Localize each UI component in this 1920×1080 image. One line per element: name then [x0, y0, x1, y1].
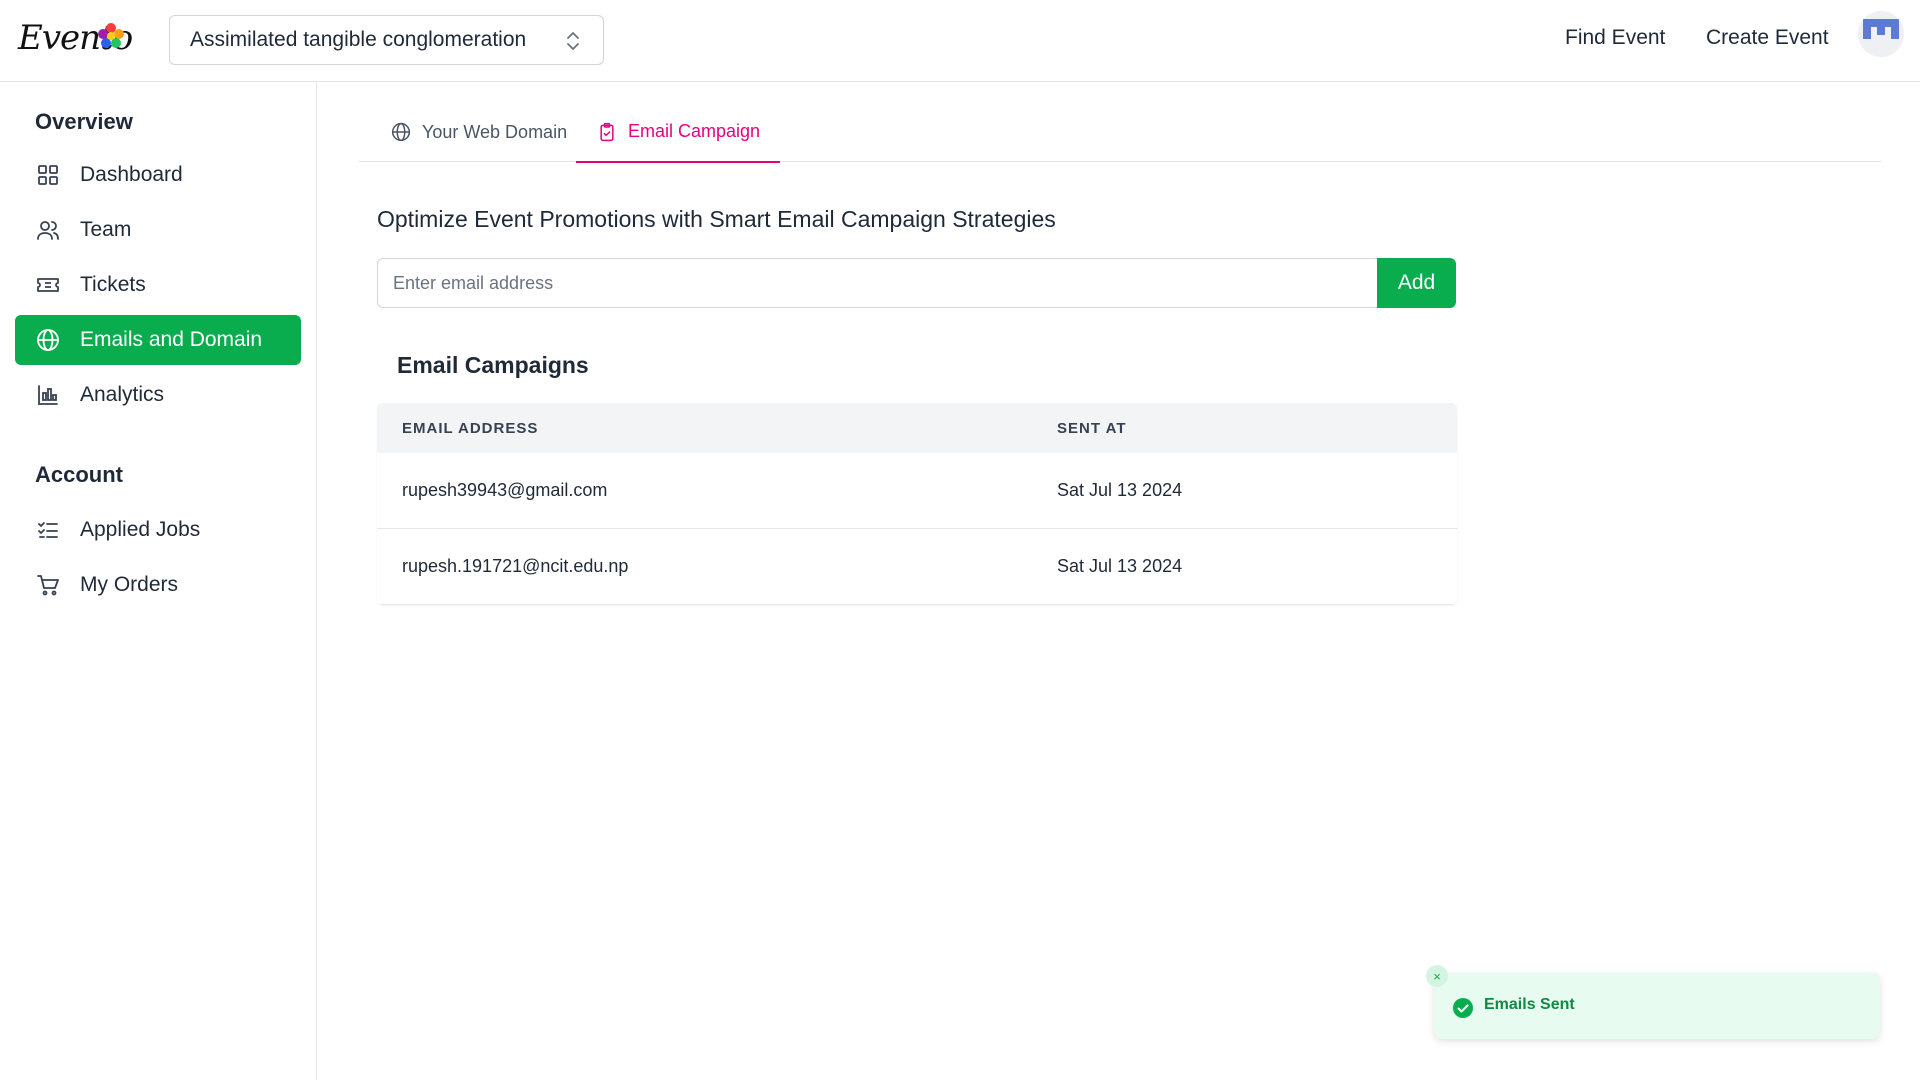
tab-email-campaign[interactable]: Email Campaign	[576, 102, 781, 163]
tab-label: Your Web Domain	[422, 121, 568, 142]
cell-sent-at: Sat Jul 13 2024	[1057, 480, 1183, 500]
cart-icon	[35, 572, 61, 598]
sidebar-item-label: Dashboard	[80, 163, 183, 186]
avatar[interactable]	[1858, 11, 1904, 57]
sidebar-item-label: Team	[80, 218, 132, 241]
evento-logo[interactable]: Evento	[18, 16, 133, 64]
cell-email-address: rupesh39943@gmail.com	[402, 480, 608, 500]
sidebar-item-applied-jobs[interactable]: Applied Jobs	[15, 505, 301, 555]
close-icon[interactable]: ×	[1426, 965, 1448, 987]
avatar-pattern-icon	[1863, 19, 1899, 39]
success-toast: × Emails Sent	[1426, 965, 1880, 1039]
top-header: Evento Assimilated tangible conglomerati…	[0, 0, 1920, 82]
sidebar-item-team[interactable]: Team	[15, 205, 301, 255]
table-row: rupesh39943@gmail.com Sat Jul 13 2024	[377, 453, 1457, 529]
column-header-sent-at: SENT AT	[1057, 420, 1127, 437]
nav-create-event[interactable]: Create Event	[1706, 26, 1829, 50]
bar-chart-icon	[35, 382, 61, 408]
tab-your-web-domain[interactable]: Your Web Domain	[372, 102, 587, 162]
organization-select[interactable]: Assimilated tangible conglomeration	[169, 15, 604, 65]
nav-find-event[interactable]: Find Event	[1565, 26, 1665, 50]
email-input[interactable]	[377, 258, 1379, 308]
email-campaigns-table: EMAIL ADDRESS SENT AT rupesh39943@gmail.…	[377, 403, 1457, 605]
table-header: EMAIL ADDRESS SENT AT	[377, 403, 1457, 453]
logo-flower-icon	[98, 23, 124, 48]
grid-icon	[35, 162, 61, 188]
overview-section-title: Overview	[35, 109, 133, 134]
sidebar-item-label: Applied Jobs	[80, 518, 201, 541]
email-campaigns-title: Email Campaigns	[397, 352, 589, 378]
clipboard-check-icon	[596, 121, 618, 143]
column-header-email-address: EMAIL ADDRESS	[402, 420, 539, 437]
sidebar-item-label: Emails and Domain	[80, 328, 263, 351]
cell-sent-at: Sat Jul 13 2024	[1057, 556, 1183, 576]
account-section-title: Account	[35, 462, 123, 487]
table-row: rupesh.191721@ncit.edu.np Sat Jul 13 202…	[377, 529, 1457, 605]
sidebar-item-label: Tickets	[80, 273, 146, 296]
sidebar-item-analytics[interactable]: Analytics	[15, 370, 301, 420]
sidebar-item-emails-and-domain[interactable]: Emails and Domain	[15, 315, 301, 365]
globe-icon	[390, 121, 412, 143]
cell-email-address: rupesh.191721@ncit.edu.np	[402, 556, 629, 576]
users-icon	[35, 217, 61, 243]
globe-icon	[35, 327, 61, 353]
sidebar-item-label: Analytics	[80, 383, 165, 406]
sidebar-item-label: My Orders	[80, 573, 179, 596]
chevron-up-down-icon	[567, 32, 579, 50]
page-heading: Optimize Event Promotions with Smart Ema…	[377, 206, 1056, 232]
sidebar-item-my-orders[interactable]: My Orders	[15, 560, 301, 610]
check-circle-icon	[1453, 998, 1473, 1018]
tab-label: Email Campaign	[628, 121, 761, 141]
tab-bar: Your Web Domain Email Campaign	[358, 102, 1882, 163]
ticket-icon	[35, 272, 61, 298]
organization-select-value: Assimilated tangible conglomeration	[190, 28, 527, 51]
sidebar: Overview Dashboard Team Tickets Emails a…	[0, 82, 317, 1080]
sidebar-item-tickets[interactable]: Tickets	[15, 260, 301, 310]
add-button[interactable]: Add	[1377, 258, 1456, 308]
sidebar-item-dashboard[interactable]: Dashboard	[15, 150, 301, 200]
checklist-icon	[35, 517, 61, 543]
toast-message: Emails Sent	[1484, 996, 1575, 1013]
